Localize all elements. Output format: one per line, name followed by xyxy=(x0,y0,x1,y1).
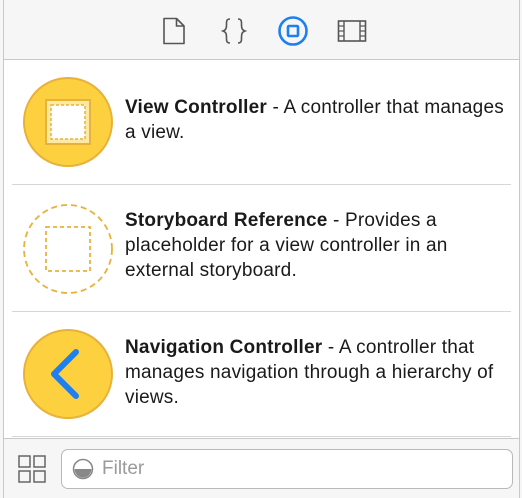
filter-icon xyxy=(72,458,94,480)
list-item-view-controller[interactable]: View Controller - A controller that mana… xyxy=(4,60,519,184)
item-title: Storyboard Reference xyxy=(125,210,328,231)
item-description-text: View Controller - A controller that mana… xyxy=(125,95,505,145)
filter-bar xyxy=(4,438,519,498)
item-separator: - xyxy=(327,210,346,231)
filter-input[interactable] xyxy=(102,454,502,484)
grid-view-toggle-icon[interactable] xyxy=(18,455,46,483)
item-separator: - xyxy=(267,97,284,118)
item-title: Navigation Controller xyxy=(125,337,323,358)
view-controller-icon xyxy=(23,77,113,167)
list-item-storyboard-reference[interactable]: Storyboard Reference - Provides a placeh… xyxy=(4,185,519,309)
library-panel: View Controller - A controller that mana… xyxy=(3,0,520,498)
media-library-icon xyxy=(337,20,367,42)
library-tab-bar xyxy=(4,0,519,60)
item-separator: - xyxy=(322,337,339,358)
tab-media-library[interactable] xyxy=(335,14,369,48)
file-template-icon xyxy=(163,17,185,45)
object-library-list: View Controller - A controller that mana… xyxy=(4,60,519,438)
tab-file-template[interactable] xyxy=(157,14,191,48)
tab-code-snippet[interactable] xyxy=(217,14,251,48)
tab-object-library[interactable] xyxy=(276,14,310,48)
navigation-controller-icon xyxy=(23,329,113,419)
object-library-icon xyxy=(278,16,308,46)
storyboard-reference-icon xyxy=(23,204,113,294)
item-title: View Controller xyxy=(125,97,268,118)
code-snippet-icon xyxy=(221,18,247,44)
list-divider xyxy=(12,436,511,437)
item-description-text: Navigation Controller - A controller tha… xyxy=(125,335,505,410)
filter-field[interactable] xyxy=(61,449,513,489)
list-item-navigation-controller[interactable]: Navigation Controller - A controller tha… xyxy=(4,312,519,436)
item-description-text: Storyboard Reference - Provides a placeh… xyxy=(125,208,505,283)
